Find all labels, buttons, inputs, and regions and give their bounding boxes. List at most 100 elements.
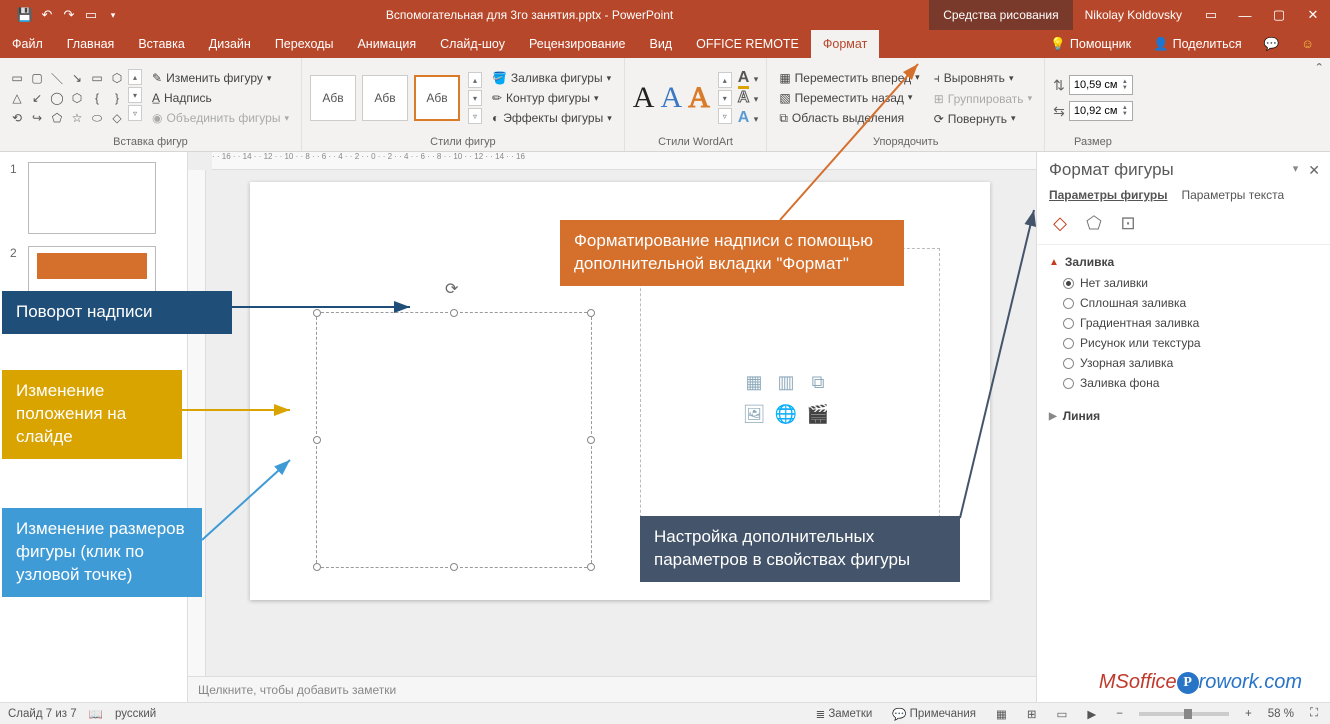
tab-review[interactable]: Рецензирование [517,30,638,58]
pane-tab-text-options[interactable]: Параметры текста [1181,188,1284,202]
wordart-down-icon[interactable]: ▾ [718,90,732,106]
slideshow-view-icon[interactable]: ▶ [1083,707,1100,721]
resize-handle[interactable] [587,309,595,317]
shapes-gallery[interactable]: ▭▢＼↘▭⬡ △↙◯⬡{} ⟲↪⬠☆⬭◇ [8,69,126,127]
fill-section-header[interactable]: ▲Заливка [1049,251,1318,273]
merge-shapes-button[interactable]: ◉Объединить фигуры▾ [148,109,293,127]
styles-up-icon[interactable]: ▴ [468,72,482,88]
tab-office-remote[interactable]: OFFICE REMOTE [684,30,811,58]
height-input[interactable]: 10,59 см▲▼ [1069,75,1133,95]
reading-view-icon[interactable]: ▭ [1053,707,1072,721]
wordart-up-icon[interactable]: ▴ [718,72,732,88]
thumb-1[interactable]: 1 [0,160,187,244]
smartart-icon[interactable]: ⧉ [805,369,831,395]
zoom-in-icon[interactable]: + [1241,708,1256,720]
pane-tab-shape-options[interactable]: Параметры фигуры [1049,188,1167,202]
send-backward-button[interactable]: ▧Переместить назад▾ [775,89,923,107]
tab-file[interactable]: Файл [0,30,55,58]
line-section-header[interactable]: ▶Линия [1049,405,1318,427]
shape-style-1[interactable]: Абв [310,75,356,121]
share-button[interactable]: 👤Поделиться [1145,30,1250,58]
gallery-up-icon[interactable]: ▴ [128,69,142,85]
width-input[interactable]: 10,92 см▲▼ [1069,101,1133,121]
undo-icon[interactable]: ↶ [38,6,56,24]
save-icon[interactable]: 💾 [16,6,34,24]
normal-view-icon[interactable]: ▦ [992,707,1011,721]
pane-close-icon[interactable]: ✕ [1308,162,1320,179]
maximize-icon[interactable]: ▢ [1262,0,1296,30]
styles-more-icon[interactable]: ▿ [468,108,482,124]
fill-picture-option[interactable]: Рисунок или текстура [1049,333,1318,353]
smiley-icon[interactable]: ☺ [1293,30,1322,58]
zoom-out-icon[interactable]: − [1112,708,1127,720]
video-icon[interactable]: 🎬 [805,401,831,427]
pane-options-icon[interactable]: ▾ [1293,162,1299,179]
resize-handle[interactable] [450,309,458,317]
language-indicator[interactable]: русский [115,708,156,720]
tab-design[interactable]: Дизайн [197,30,263,58]
fill-line-icon[interactable]: ◇ [1049,212,1071,234]
wordart-style-3[interactable]: А [688,81,710,115]
minimize-icon[interactable]: — [1228,0,1262,30]
group-button[interactable]: ⊞Группировать▾ [930,90,1036,108]
notes-button[interactable]: ≣ Заметки [812,707,877,721]
rotate-button[interactable]: ⟳Повернуть▾ [930,110,1036,128]
table-icon[interactable]: ▦ [741,369,767,395]
tab-animations[interactable]: Анимация [345,30,428,58]
tab-slideshow[interactable]: Слайд-шоу [428,30,517,58]
picture-icon[interactable]: 🖼 [741,401,767,427]
sorter-view-icon[interactable]: ⊞ [1023,707,1041,721]
zoom-level[interactable]: 58 % [1268,708,1294,720]
edit-shape-button[interactable]: ✎Изменить фигуру▾ [148,69,293,87]
tab-format[interactable]: Формат [811,30,879,58]
ribbon-display-icon[interactable]: ▭ [1194,0,1228,30]
resize-handle[interactable] [313,563,321,571]
wordart-style-1[interactable]: А [633,81,655,115]
fill-slidebg-option[interactable]: Заливка фона [1049,373,1318,393]
redo-icon[interactable]: ↷ [60,6,78,24]
text-effects-icon[interactable]: A ▾ [738,109,759,127]
chart-icon[interactable]: ▥ [773,369,799,395]
text-fill-icon[interactable]: A ▾ [738,69,759,87]
tell-me-button[interactable]: 💡Помощник [1042,30,1139,58]
shape-style-3[interactable]: Абв [414,75,460,121]
bring-forward-button[interactable]: ▦Переместить вперед▾ [775,69,923,87]
rotation-handle-icon[interactable]: ⟳ [445,279,463,297]
wordart-style-2[interactable]: А [660,81,682,115]
fill-gradient-option[interactable]: Градиентная заливка [1049,313,1318,333]
styles-down-icon[interactable]: ▾ [468,90,482,106]
shape-outline-button[interactable]: ✏Контур фигуры▾ [488,89,616,107]
resize-handle[interactable] [587,563,595,571]
online-picture-icon[interactable]: 🌐 [773,401,799,427]
shape-fill-button[interactable]: 🪣Заливка фигуры▾ [488,69,616,87]
resize-handle[interactable] [313,436,321,444]
size-props-icon[interactable]: ⊡ [1117,212,1139,234]
tab-insert[interactable]: Вставка [126,30,196,58]
qat-more-icon[interactable]: ▾ [104,6,122,24]
shape-effects-button[interactable]: ◐Эффекты фигуры▾ [488,109,616,127]
effects-pane-icon[interactable]: ⬠ [1083,212,1105,234]
tab-view[interactable]: Вид [637,30,684,58]
resize-handle[interactable] [450,563,458,571]
tab-home[interactable]: Главная [55,30,127,58]
fit-to-window-icon[interactable]: ⛶ [1306,707,1322,720]
gallery-more-icon[interactable]: ▿ [128,105,142,121]
content-placeholder[interactable]: ▦ ▥ ⧉ 🖼 🌐 🎬 [640,248,940,558]
align-button[interactable]: ⫞Выровнять▾ [930,69,1036,88]
zoom-slider[interactable] [1139,712,1229,716]
wordart-more-icon[interactable]: ▿ [718,108,732,124]
collapse-ribbon-icon[interactable]: ˆ [1317,58,1330,151]
gallery-down-icon[interactable]: ▾ [128,87,142,103]
selected-textbox[interactable]: ⟳ [316,312,592,568]
close-icon[interactable]: ✕ [1296,0,1330,30]
tab-transitions[interactable]: Переходы [263,30,346,58]
text-box-button[interactable]: A̲Надпись [148,89,293,107]
spellcheck-icon[interactable]: 📖 [89,707,103,721]
feedback-icon[interactable]: 💬 [1256,30,1288,58]
fill-solid-option[interactable]: Сплошная заливка [1049,293,1318,313]
notes-placeholder[interactable]: Щелкните, чтобы добавить заметки [188,676,1036,702]
comments-button[interactable]: 💬 Примечания [888,707,980,721]
start-slideshow-icon[interactable]: ▭ [82,6,100,24]
text-outline-icon[interactable]: A ▾ [738,89,759,107]
resize-handle[interactable] [587,436,595,444]
